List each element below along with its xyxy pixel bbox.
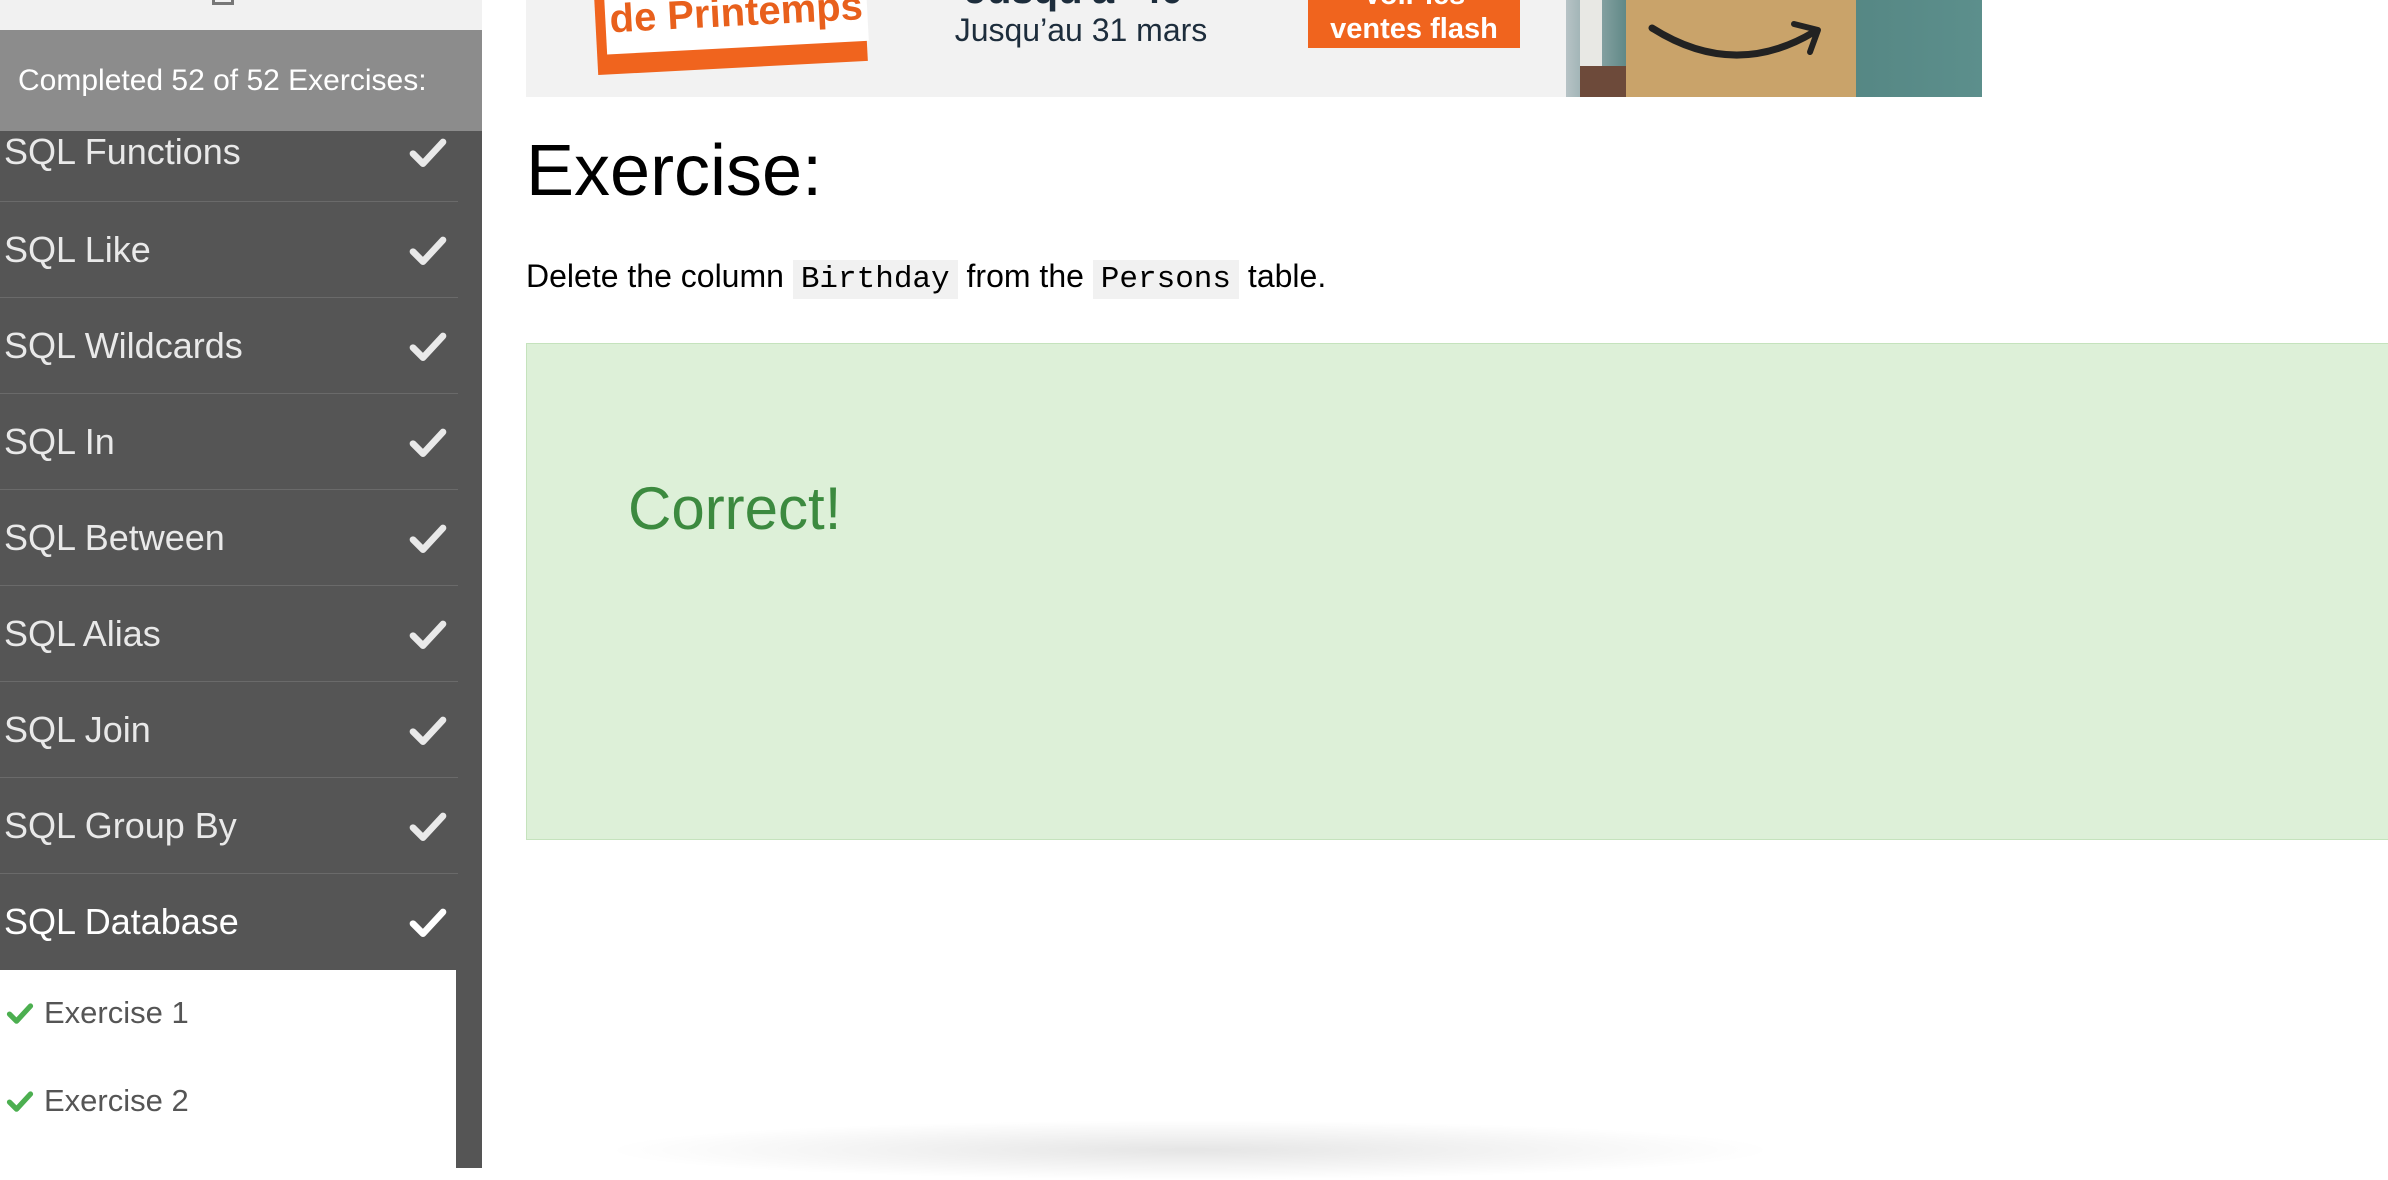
checkmark-icon bbox=[409, 332, 447, 361]
topic-label: SQL Alias bbox=[4, 612, 161, 654]
topic-item-sql-between[interactable]: SQL Between bbox=[0, 490, 458, 586]
banner-logo: de Printemps bbox=[594, 0, 869, 76]
stairs bbox=[1580, 66, 1626, 97]
topic-label: SQL Group By bbox=[4, 804, 237, 846]
topic-label: SQL Database bbox=[4, 901, 239, 942]
advertisement-banner[interactable]: de Printemps Jusqu'à -40 Jusqu’au 31 mar… bbox=[526, 0, 1982, 97]
menu-handle-icon bbox=[212, 0, 234, 5]
topic-label: SQL In bbox=[4, 420, 115, 462]
banner-subline: Jusqu’au 31 mars bbox=[954, 12, 1208, 48]
exercise-link-1[interactable]: Exercise 1 bbox=[0, 973, 456, 1053]
topic-item-sql-join[interactable]: SQL Join bbox=[0, 682, 458, 778]
topic-label: SQL Like bbox=[4, 228, 151, 270]
banner-cta-line1: Voir les bbox=[1308, 0, 1520, 12]
banner-photo bbox=[1566, 0, 1982, 97]
green-checkmark-icon bbox=[6, 1003, 34, 1024]
exercise-instruction: Delete the column Birthday from the Pers… bbox=[526, 258, 1327, 299]
checkmark-icon bbox=[409, 428, 447, 457]
exercise-sublist: Exercise 1 Exercise 2 bbox=[0, 970, 456, 1168]
topic-item-sql-like[interactable]: SQL Like bbox=[0, 202, 458, 298]
topic-list: SQL Functions SQL Like SQL Wildcards SQL… bbox=[0, 120, 458, 970]
sidebar-top-strip bbox=[0, 0, 482, 30]
banner-logo-text: de Printemps bbox=[604, 0, 869, 55]
progress-header: Completed 52 of 52 Exercises: bbox=[0, 30, 482, 131]
instruction-text: from the bbox=[966, 258, 1084, 294]
topic-item-sql-functions[interactable]: SQL Functions bbox=[0, 120, 458, 202]
topic-item-sql-database[interactable]: SQL Database bbox=[0, 874, 458, 970]
checkmark-icon bbox=[409, 236, 447, 265]
checkmark-icon bbox=[409, 716, 447, 745]
checkmark-icon bbox=[409, 138, 447, 167]
topic-item-sql-alias[interactable]: SQL Alias bbox=[0, 586, 458, 682]
checkmark-icon bbox=[409, 812, 447, 841]
smile-logo-icon bbox=[1648, 21, 1821, 59]
checkmark-icon bbox=[409, 524, 447, 553]
exercise-label: Exercise 2 bbox=[44, 1083, 189, 1118]
exercise-link-2[interactable]: Exercise 2 bbox=[0, 1061, 456, 1141]
checkmark-icon bbox=[409, 908, 447, 937]
topic-item-sql-in[interactable]: SQL In bbox=[0, 394, 458, 490]
topic-label: SQL Join bbox=[4, 708, 151, 750]
topic-item-sql-group-by[interactable]: SQL Group By bbox=[0, 778, 458, 874]
exercise-sidebar: Completed 52 of 52 Exercises: SQL Functi… bbox=[0, 0, 482, 1168]
exercise-label: Exercise 1 bbox=[44, 995, 189, 1030]
column-name-code: Birthday bbox=[792, 260, 958, 299]
banner-cta-button[interactable]: Voir les ventes flash bbox=[1308, 0, 1520, 48]
result-message: Correct! bbox=[628, 475, 842, 542]
topic-label: SQL Between bbox=[4, 516, 225, 558]
topic-label: SQL Wildcards bbox=[4, 324, 243, 366]
topic-item-sql-wildcards[interactable]: SQL Wildcards bbox=[0, 298, 458, 394]
result-panel: Correct! bbox=[526, 343, 2388, 840]
page-title: Exercise: bbox=[526, 131, 823, 211]
instruction-text: table. bbox=[1247, 258, 1327, 294]
bottom-shadow bbox=[600, 1120, 1780, 1180]
green-checkmark-icon bbox=[6, 1091, 34, 1112]
topic-label: SQL Functions bbox=[4, 131, 241, 172]
checkmark-icon bbox=[409, 620, 447, 649]
table-name-code: Persons bbox=[1092, 260, 1240, 299]
instruction-text: Delete the column bbox=[526, 258, 784, 294]
banner-cta-line2: ventes flash bbox=[1330, 13, 1498, 45]
